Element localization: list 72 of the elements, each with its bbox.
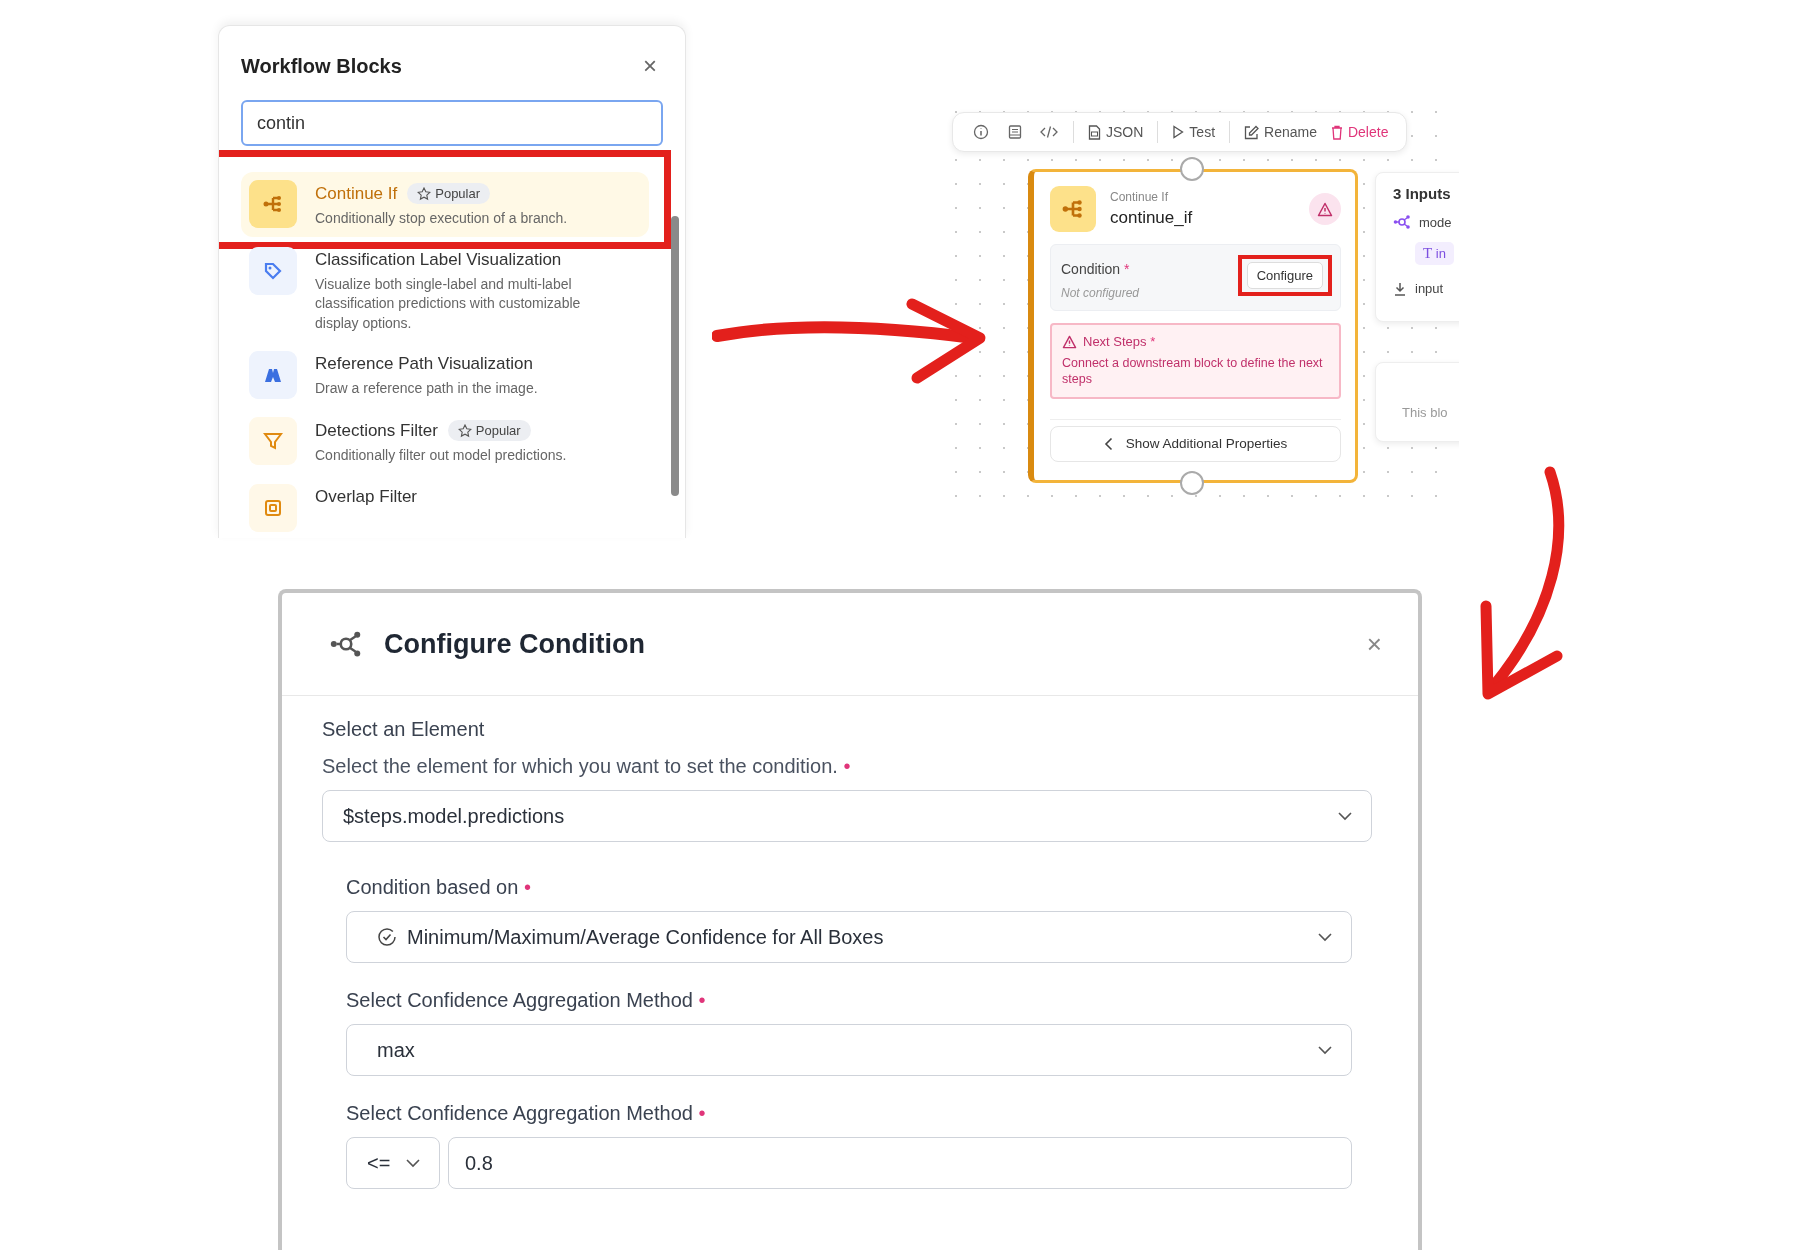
block-description: Draw a reference path in the image. bbox=[315, 379, 538, 399]
popular-badge: Popular bbox=[447, 420, 531, 442]
edit-icon bbox=[1244, 124, 1260, 140]
block-icon bbox=[249, 483, 297, 532]
trash-icon bbox=[1330, 124, 1343, 140]
field-label: Select the element for which you want to set the condition. • bbox=[322, 755, 852, 778]
block-item[interactable]: Overlap Filter bbox=[241, 475, 649, 538]
connector-handle[interactable] bbox=[1180, 157, 1204, 181]
input-name: mode bbox=[1419, 214, 1452, 230]
field-label: Condition * bbox=[1061, 261, 1131, 277]
warning-icon bbox=[1309, 193, 1341, 225]
info-icon[interactable] bbox=[971, 123, 991, 141]
warning-icon bbox=[1062, 334, 1077, 349]
download-icon bbox=[1393, 281, 1407, 296]
workflow-node[interactable]: Continue If continue_if Condition * Not configured Configure Next Steps * Connect a downstream block to define the next steps Show Additional Properties bbox=[1028, 169, 1358, 483]
operator-select[interactable]: <= bbox=[346, 1137, 440, 1189]
block-icon bbox=[249, 351, 297, 400]
dropdown-select[interactable]: Minimum/Maximum/Average Confidence for All Boxes bbox=[346, 911, 1352, 963]
check-circle-icon bbox=[377, 927, 397, 947]
toolbar-button[interactable]: JSON bbox=[1088, 124, 1144, 140]
section-title: Select an Element bbox=[322, 718, 486, 741]
scrollbar[interactable] bbox=[671, 216, 679, 496]
card-title: 3 Inputs bbox=[1393, 185, 1452, 202]
popular-badge: Popular bbox=[407, 183, 491, 204]
play-icon bbox=[1172, 125, 1185, 139]
block-name: Classification Label Visualization bbox=[315, 249, 562, 270]
chevron-down-icon bbox=[1317, 1045, 1333, 1055]
block-name: Continue If bbox=[315, 183, 398, 204]
block-item[interactable]: Classification Label Visualization Visualize both single-label and multi-label classification predictions with customizable display options. bbox=[241, 238, 649, 342]
search-field[interactable]: contin bbox=[241, 100, 663, 146]
alert-title: Next Steps * bbox=[1083, 334, 1156, 349]
block-name: Reference Path Visualization bbox=[315, 354, 533, 375]
block-icon bbox=[249, 246, 297, 295]
block-description: Conditionally stop execution of a branch. bbox=[315, 209, 568, 228]
toolbar-button[interactable]: Rename bbox=[1244, 124, 1317, 140]
chevron-left-icon bbox=[1103, 436, 1114, 451]
type-badge: T in bbox=[1415, 242, 1454, 265]
configure-button[interactable]: Configure bbox=[1246, 262, 1323, 289]
close-button[interactable]: × bbox=[637, 52, 663, 80]
show-properties-button[interactable]: Show Additional Properties bbox=[1050, 425, 1341, 462]
panel-title: Workflow Blocks bbox=[241, 54, 402, 78]
block-name: Overlap Filter bbox=[315, 486, 418, 507]
block-name: Detections Filter bbox=[315, 420, 438, 441]
block-item[interactable]: Detections Filter Popular Conditionally filter out model predictions. bbox=[241, 409, 649, 474]
toolbar-button[interactable]: Test bbox=[1172, 124, 1216, 140]
branch-icon bbox=[1050, 186, 1096, 232]
dropdown-select[interactable]: max bbox=[346, 1024, 1352, 1076]
chevron-down-icon bbox=[1317, 932, 1333, 942]
chevron-down-icon bbox=[1337, 811, 1353, 821]
value-input[interactable]: 0.8 bbox=[448, 1137, 1352, 1189]
block-description: Visualize both single-label and multi-label classification predictions with customizable display options. bbox=[315, 274, 582, 333]
alert-message: Connect a downstream block to define the next steps bbox=[1062, 355, 1324, 388]
close-button[interactable]: × bbox=[1360, 627, 1388, 661]
toolbar-button[interactable]: Delete bbox=[1330, 124, 1389, 140]
input-label: input bbox=[1415, 281, 1444, 296]
connector-handle[interactable] bbox=[1180, 471, 1204, 495]
dialog-title: Configure Condition bbox=[384, 628, 646, 660]
field-label: Condition based on • bbox=[346, 876, 532, 899]
block-item[interactable]: Continue If Popular Conditionally stop execution of a branch. bbox=[241, 172, 649, 237]
block-icon bbox=[249, 417, 297, 466]
block-description: Conditionally filter out model predictions. bbox=[315, 446, 567, 466]
chevron-down-icon bbox=[405, 1158, 421, 1168]
node-type: Continue If bbox=[1110, 190, 1170, 204]
file-icon bbox=[1088, 124, 1101, 140]
element-select[interactable]: $steps.model.predictions bbox=[322, 790, 1372, 842]
block-icon bbox=[249, 180, 297, 228]
field-label: Select Confidence Aggregation Method • bbox=[346, 989, 707, 1012]
block-item[interactable]: Reference Path Visualization Draw a reference path in the image. bbox=[241, 343, 649, 408]
network-icon bbox=[1393, 214, 1411, 230]
card-text: This blo bbox=[1402, 405, 1448, 420]
node-name: continue_if bbox=[1110, 208, 1194, 228]
field-label: Select Confidence Aggregation Method • bbox=[346, 1102, 707, 1125]
